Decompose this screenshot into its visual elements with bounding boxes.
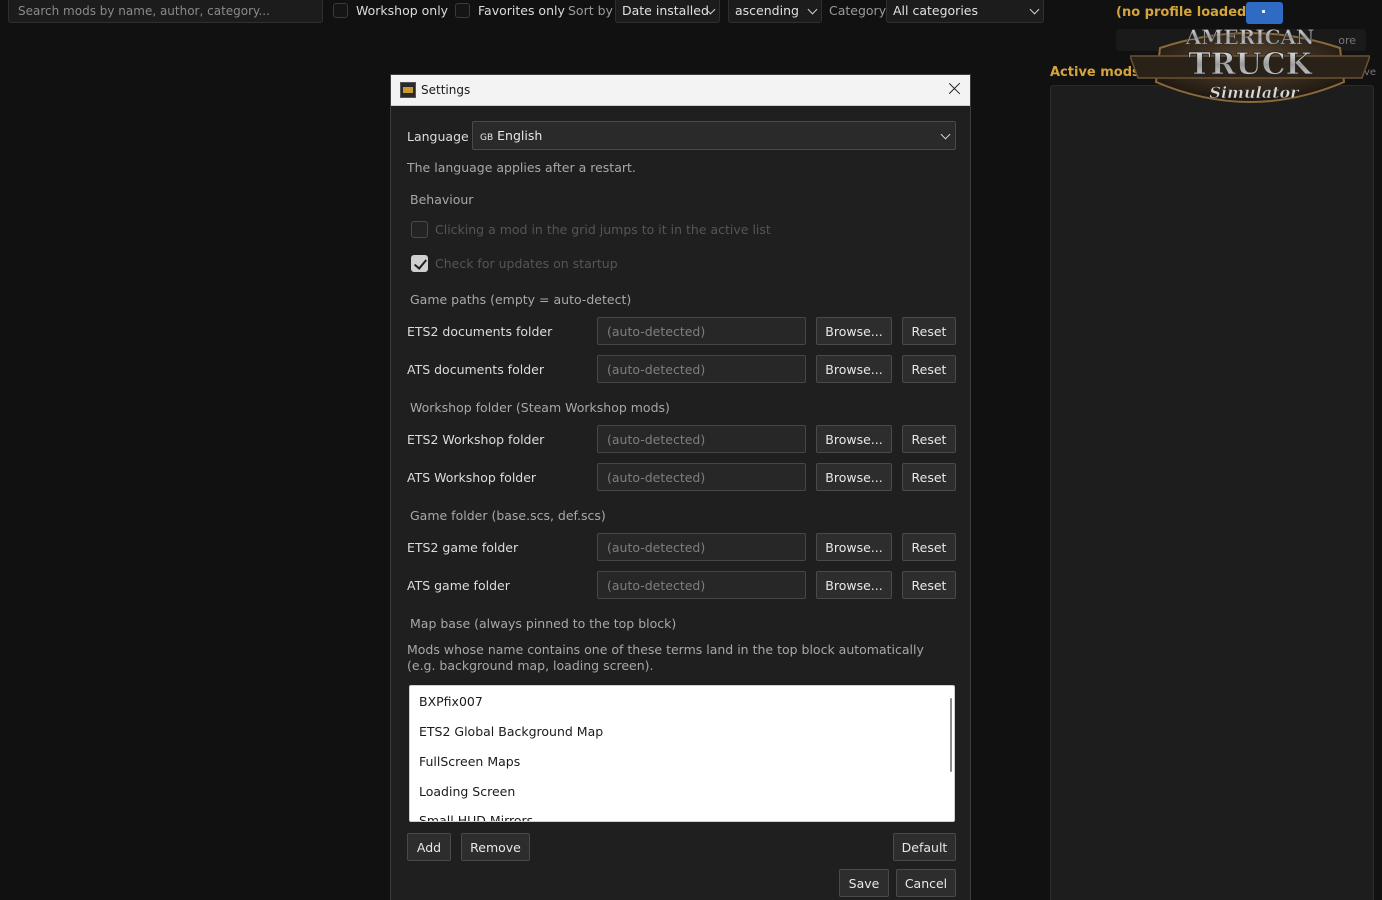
sort-order-value: ascending (735, 3, 799, 18)
ats-game-reset-button[interactable]: Reset (902, 571, 956, 599)
default-terms-button[interactable]: Default (893, 833, 956, 861)
sort-by-label: Sort by (568, 3, 613, 18)
ets2-documents-input[interactable] (597, 317, 806, 345)
check-updates-checkbox[interactable] (411, 255, 428, 272)
add-term-button[interactable]: Add (407, 833, 451, 861)
language-select[interactable]: GB English (472, 121, 956, 150)
list-item[interactable]: Small HUD Mirrors (419, 813, 533, 821)
map-base-heading: Map base (always pinned to the top block… (410, 616, 677, 631)
ets2-workshop-reset-button[interactable]: Reset (902, 425, 956, 453)
ets2-documents-browse-button[interactable]: Browse... (816, 317, 892, 345)
dialog-titlebar: Settings (391, 75, 970, 106)
remove-term-button[interactable]: Remove (461, 833, 530, 861)
dialog-title: Settings (421, 83, 471, 97)
ats-documents-label: ATS documents folder (407, 362, 544, 377)
sort-order-select[interactable]: ascending (728, 0, 822, 23)
ats-documents-input[interactable] (597, 355, 806, 383)
chevron-down-icon (1029, 4, 1040, 15)
behaviour-heading: Behaviour (410, 192, 474, 207)
jump-to-active-checkbox[interactable] (411, 221, 428, 238)
ets2-game-browse-button[interactable]: Browse... (816, 533, 892, 561)
logo-simulator-text: Simulator (1209, 83, 1300, 102)
ets2-game-input[interactable] (597, 533, 806, 561)
jump-to-active-label: Clicking a mod in the grid jumps to it i… (435, 222, 771, 237)
language-note: The language applies after a restart. (407, 160, 636, 175)
logo-american-text: AMERICAN (1185, 25, 1315, 49)
ets2-documents-label: ETS2 documents folder (407, 324, 553, 339)
chevron-down-icon (940, 129, 951, 140)
list-item[interactable]: FullScreen Maps (419, 754, 520, 769)
ets2-workshop-label: ETS2 Workshop folder (407, 432, 545, 447)
cancel-button[interactable]: Cancel (896, 869, 956, 897)
american-truck-simulator-logo: AMERICAN TRUCK Simulator (1130, 25, 1370, 103)
ets2-workshop-input[interactable] (597, 425, 806, 453)
workshop-only-label: Workshop only (356, 3, 449, 18)
category-select[interactable]: All categories (886, 0, 1044, 23)
ets2-game-reset-button[interactable]: Reset (902, 533, 956, 561)
sort-by-select[interactable]: Date installed (615, 0, 720, 23)
game-paths-heading: Game paths (empty = auto-detect) (410, 292, 632, 307)
settings-dialog: Settings Language GB English The language… (390, 74, 971, 900)
favorites-only-label: Favorites only (478, 3, 565, 18)
ats-documents-reset-button[interactable]: Reset (902, 355, 956, 383)
ats-workshop-browse-button[interactable]: Browse... (816, 463, 892, 491)
ats-workshop-label: ATS Workshop folder (407, 470, 537, 485)
ats-game-input[interactable] (597, 571, 806, 599)
flag-icon: GB (480, 133, 494, 143)
list-item[interactable]: Loading Screen (419, 784, 515, 799)
favorites-only-checkbox[interactable] (455, 3, 470, 18)
save-button[interactable]: Save (839, 869, 889, 897)
logo-truck-text: TRUCK (1188, 47, 1312, 82)
ats-workshop-input[interactable] (597, 463, 806, 491)
list-scrollbar[interactable] (950, 698, 952, 772)
ets2-documents-reset-button[interactable]: Reset (902, 317, 956, 345)
list-item[interactable]: ETS2 Global Background Map (419, 724, 603, 739)
map-base-note: Mods whose name contains one of these te… (407, 642, 924, 673)
close-icon[interactable] (947, 81, 963, 97)
map-terms-list[interactable]: BXPfix007 ETS2 Global Background Map Ful… (409, 685, 955, 822)
category-value: All categories (893, 3, 978, 18)
ets2-game-label: ETS2 game folder (407, 540, 519, 555)
ats-game-label: ATS game folder (407, 578, 510, 593)
chevron-down-icon (807, 4, 818, 15)
ats-workshop-reset-button[interactable]: Reset (902, 463, 956, 491)
app-icon (400, 82, 416, 98)
profile-status: (no profile loaded) (1116, 5, 1253, 20)
search-input[interactable] (8, 0, 323, 23)
language-label: Language (407, 129, 469, 144)
profile-menu-button[interactable] (1246, 2, 1283, 24)
sort-by-value: Date installed (622, 3, 709, 18)
ats-documents-browse-button[interactable]: Browse... (816, 355, 892, 383)
list-item[interactable]: BXPfix007 (419, 694, 483, 709)
check-updates-label: Check for updates on startup (435, 256, 618, 271)
active-mods-heading: Active mods (1050, 65, 1140, 80)
game-folder-heading: Game folder (base.scs, def.scs) (410, 508, 606, 523)
category-label: Category (829, 3, 887, 18)
language-value: English (497, 128, 543, 143)
workshop-only-checkbox[interactable] (333, 3, 348, 18)
workshop-heading: Workshop folder (Steam Workshop mods) (410, 400, 670, 415)
ats-game-browse-button[interactable]: Browse... (816, 571, 892, 599)
active-mods-list[interactable] (1050, 85, 1374, 900)
ets2-workshop-browse-button[interactable]: Browse... (816, 425, 892, 453)
